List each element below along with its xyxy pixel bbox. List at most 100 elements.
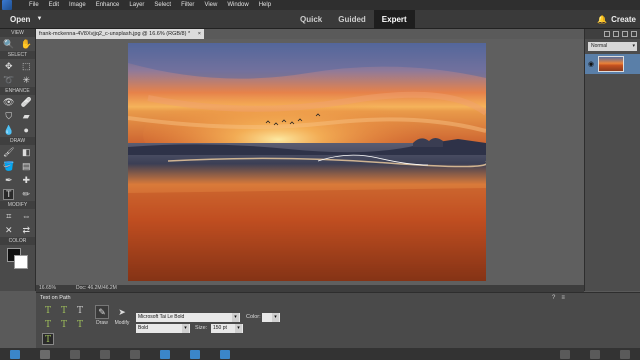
font-size-select[interactable]: 150 pt ▾	[211, 324, 243, 333]
blend-mode-value: Normal	[591, 43, 608, 49]
font-style-select[interactable]: Bold ▾	[136, 324, 190, 333]
eyedropper-tool-icon[interactable]: ✒	[3, 175, 14, 186]
menu-file[interactable]: File	[24, 0, 44, 10]
font-family-value: Microsoft Tai Le Bold	[138, 314, 185, 320]
mode-expert[interactable]: Expert	[373, 10, 415, 29]
text-on-path-tool-icon[interactable]: T	[42, 333, 54, 345]
layout-icon[interactable]	[160, 349, 170, 359]
effects-icon[interactable]	[560, 349, 570, 359]
color-label: Color:	[246, 314, 261, 320]
move-tool-icon[interactable]: ✥	[3, 61, 14, 72]
vertical-type-tool-icon[interactable]: T	[58, 305, 70, 317]
canvas-area[interactable]	[36, 39, 584, 285]
layer-row-background[interactable]: ◉	[585, 54, 640, 74]
top-bar: Open ▼ Quick Guided Expert 🔔 Create	[0, 10, 640, 29]
custom-shape-tool-icon[interactable]: ✚	[21, 175, 32, 186]
styles-icon[interactable]	[620, 349, 630, 359]
background-color-swatch[interactable]	[13, 255, 28, 269]
status-bar: 16.65% Doc: 46.2M/46.2M	[36, 285, 584, 292]
notification-bell-icon[interactable]: 🔔	[597, 15, 607, 24]
eraser-tool-icon[interactable]: ▰	[21, 111, 32, 122]
options-menu-icon[interactable]: ≡	[561, 295, 565, 301]
paint-bucket-tool-icon[interactable]: 🪣	[3, 161, 14, 172]
menu-select[interactable]: Select	[149, 0, 176, 10]
blur-tool-icon[interactable]: 💧	[3, 125, 14, 136]
magic-wand-tool-icon[interactable]: ✳	[21, 75, 32, 86]
section-color: COLOR	[0, 237, 35, 245]
crop-tool-icon[interactable]: ⌗	[3, 211, 14, 222]
brush-tool-icon[interactable]: 🖌	[3, 147, 14, 158]
menu-items: File Edit Image Enhance Layer Select Fil…	[24, 0, 276, 10]
zoom-level[interactable]: 16.65%	[39, 285, 56, 292]
text-on-selection-tool-icon[interactable]: T	[58, 319, 70, 331]
clone-stamp-tool-icon[interactable]: ⛉	[3, 111, 14, 122]
tool-options-icon[interactable]	[40, 349, 50, 359]
type-tool-icon[interactable]: T	[3, 188, 15, 200]
red-eye-tool-icon[interactable]: 👁	[3, 97, 14, 108]
healing-brush-tool-icon[interactable]: 🩹	[21, 97, 32, 108]
zoom-tool-icon[interactable]: 🔍	[3, 39, 14, 50]
blend-mode-select[interactable]: Normal ▾	[588, 42, 637, 51]
menu-help[interactable]: Help	[254, 0, 276, 10]
undo-icon[interactable]	[70, 349, 80, 359]
straighten-tool-icon[interactable]: ✕	[3, 225, 14, 236]
filters-icon[interactable]	[590, 349, 600, 359]
new-layer-icon[interactable]	[604, 31, 610, 37]
eraser-draw-tool-icon[interactable]: ◧	[21, 147, 32, 158]
draw-label: Draw	[96, 320, 108, 326]
font-family-select[interactable]: Microsoft Tai Le Bold ▾	[136, 313, 240, 322]
color-swatches[interactable]	[5, 248, 31, 270]
create-button[interactable]: Create	[611, 15, 636, 24]
chevron-down-icon: ▾	[272, 313, 279, 322]
open-button[interactable]: Open ▼	[10, 15, 42, 24]
visibility-eye-icon[interactable]: ◉	[588, 60, 594, 68]
section-enhance: ENHANCE	[0, 87, 35, 95]
bottom-taskbar	[0, 348, 640, 360]
doc-size: Doc: 46.2M/46.2M	[76, 285, 117, 291]
document-tab[interactable]: frank-mckenna-4V8Xvjjq2_c-unsplash.jpg @…	[36, 29, 204, 39]
lasso-tool-icon[interactable]: ➰	[3, 75, 14, 86]
recompose-tool-icon[interactable]: ⇔	[21, 211, 32, 222]
font-size-value: 150 pt	[213, 325, 227, 331]
menu-view[interactable]: View	[199, 0, 222, 10]
chevron-down-icon: ▾	[232, 313, 239, 322]
menu-filter[interactable]: Filter	[176, 0, 199, 10]
close-icon[interactable]: ×	[198, 29, 201, 39]
sunset-photo[interactable]	[128, 43, 486, 281]
text-on-shape-tool-icon[interactable]: T	[74, 319, 86, 331]
home-screen-icon[interactable]	[220, 349, 230, 359]
help-icon[interactable]: ?	[552, 295, 555, 301]
horizontal-mask-type-tool-icon[interactable]: T	[74, 305, 86, 317]
draw-button[interactable]: ✎ Draw	[94, 305, 110, 326]
menu-enhance[interactable]: Enhance	[91, 0, 125, 10]
content-aware-move-tool-icon[interactable]: ⇄	[21, 225, 32, 236]
gradient-tool-icon[interactable]: ▤	[21, 161, 32, 172]
pencil-tool-icon[interactable]: ✏	[21, 189, 32, 200]
chevron-down-icon: ▾	[632, 43, 635, 49]
hand-tool-icon[interactable]: ✋	[21, 39, 32, 50]
delete-layer-icon[interactable]	[631, 31, 637, 37]
horizontal-type-tool-icon[interactable]: T	[42, 305, 54, 317]
mode-guided[interactable]: Guided	[330, 10, 374, 29]
menu-edit[interactable]: Edit	[44, 0, 64, 10]
layer-group-icon[interactable]	[613, 31, 619, 37]
chevron-down-icon: ▾	[235, 324, 242, 333]
arrow-pointer-icon: ➤	[118, 307, 126, 317]
modify-button[interactable]: ➤ Modify	[114, 305, 130, 326]
menu-layer[interactable]: Layer	[124, 0, 149, 10]
photo-bin-icon[interactable]	[10, 349, 20, 359]
vertical-mask-type-tool-icon[interactable]: T	[42, 319, 54, 331]
rotate-icon[interactable]	[130, 349, 140, 359]
adjustment-layer-icon[interactable]	[622, 31, 628, 37]
organizer-icon[interactable]	[190, 349, 200, 359]
color-picker[interactable]: ▾	[262, 313, 280, 322]
redo-icon[interactable]	[100, 349, 110, 359]
tool-options-title: Text on Path	[40, 295, 71, 301]
open-label: Open	[10, 14, 31, 24]
sponge-tool-icon[interactable]: ●	[21, 125, 32, 136]
menu-image[interactable]: Image	[64, 0, 91, 10]
menu-window[interactable]: Window	[222, 0, 253, 10]
marquee-tool-icon[interactable]: ⬚	[21, 61, 32, 72]
section-draw: DRAW	[0, 137, 35, 145]
mode-quick[interactable]: Quick	[292, 10, 330, 29]
